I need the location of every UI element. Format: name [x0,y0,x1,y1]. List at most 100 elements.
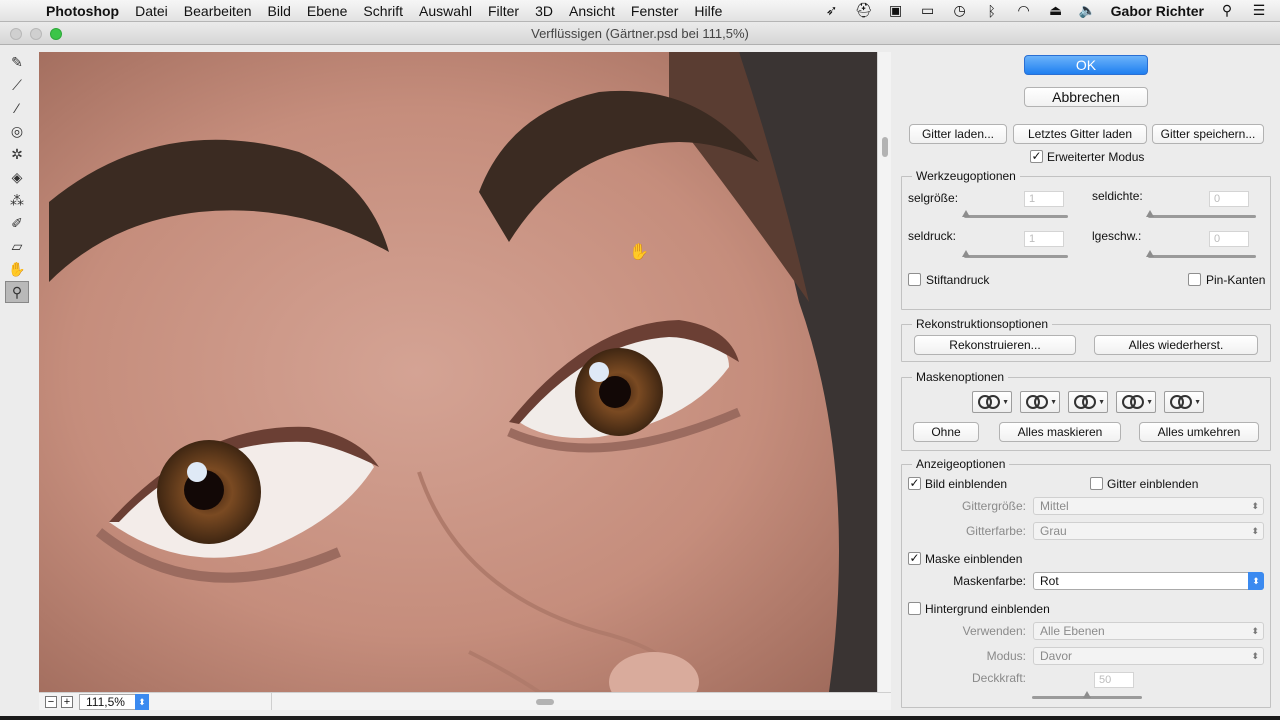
bluetooth-icon[interactable]: ᛒ [983,3,1001,19]
search-icon[interactable]: ⚲ [1218,2,1236,19]
brush-density-field[interactable]: 0 [1209,191,1249,207]
select-arrows-icon: ⬍ [1251,651,1259,661]
liquify-toolbar: ✎ ⟋ ⁄ ◎ ✲ ◈ ⁂ ✐ ▱ ✋ ⚲ [5,51,33,304]
stylus-pressure-checkbox[interactable] [908,273,921,286]
wifi-icon[interactable]: ◠ [1015,2,1033,19]
menu-ebene[interactable]: Ebene [299,3,355,19]
menu-3d[interactable]: 3D [527,3,561,19]
brush-size-slider[interactable] [964,215,1068,218]
load-mesh-button[interactable]: Gitter laden... [909,124,1007,144]
menu-bild[interactable]: Bild [260,3,299,19]
save-mesh-button[interactable]: Gitter speichern... [1152,124,1264,144]
wing-icon[interactable]: ➶ [823,2,841,19]
vertical-scroll-thumb[interactable] [882,137,888,157]
minimize-button[interactable] [30,28,42,40]
user-name[interactable]: Gabor Richter [1111,3,1204,19]
show-mask-label: Maske einblenden [925,552,1023,566]
opacity-field[interactable]: 50 [1094,672,1134,688]
display-icon[interactable]: ▣ [887,2,905,19]
menu-fenster[interactable]: Fenster [623,3,686,19]
mode-select[interactable]: Davor ⬍ [1033,647,1264,665]
brush-rate-label: lgeschw.: [1092,229,1142,243]
window-title: Verflüssigen (Gärtner.psd bei 111,5%) [531,26,749,41]
brush-pressure-value: 1 [1029,233,1036,245]
thaw-mask-icon[interactable]: ▱ [5,235,29,257]
volume-icon[interactable]: 🔈 [1079,2,1097,19]
load-last-mesh-button[interactable]: Letztes Gitter laden [1013,124,1147,144]
ok-button[interactable]: OK [1024,55,1148,75]
hand-icon[interactable]: ✋ [5,258,29,280]
menu-auswahl[interactable]: Auswahl [411,3,480,19]
liquify-window: Verflüssigen (Gärtner.psd bei 111,5%) ✎ … [0,22,1280,716]
mask-replace-button[interactable]: ▼ [972,391,1012,413]
show-backdrop-checkbox[interactable] [908,602,921,615]
maximize-button[interactable] [50,28,62,40]
brush-rate-knob[interactable] [1146,250,1154,257]
brush-density-slider[interactable] [1148,215,1256,218]
invert-all-button[interactable]: Alles umkehren [1139,422,1259,442]
bloat-icon[interactable]: ◈ [5,166,29,188]
cancel-button[interactable]: Abbrechen [1024,87,1148,107]
menu-photoshop[interactable]: Photoshop [40,3,127,19]
zoom-out-button[interactable]: − [45,696,57,708]
menu-hilfe[interactable]: Hilfe [686,3,730,19]
horizontal-scroll-thumb[interactable] [536,699,554,705]
twirl-icon[interactable]: ◎ [5,120,29,142]
brush-pressure-field[interactable]: 1 [1024,231,1064,247]
brush-rate-field[interactable]: 0 [1209,231,1249,247]
pucker-icon[interactable]: ✲ [5,143,29,165]
tool-options-title: Werkzeugoptionen [912,169,1020,183]
opacity-label: Deckkraft: [971,671,1026,685]
use-select[interactable]: Alle Ebenen ⬍ [1033,622,1264,640]
forward-warp-icon[interactable]: ✎ [5,51,29,73]
mask-add-button[interactable]: ▼ [1020,391,1060,413]
reconstruct-icon[interactable]: ⟋ [5,74,29,96]
eject-icon[interactable]: ⏏ [1047,2,1065,19]
brush-size-knob[interactable] [962,210,970,217]
mask-invert-button[interactable]: ▼ [1164,391,1204,413]
image-canvas[interactable]: ✋ [39,52,877,692]
push-left-icon[interactable]: ⁂ [5,189,29,211]
brush-density-knob[interactable] [1146,210,1154,217]
menu-ansicht[interactable]: Ansicht [561,3,623,19]
reconstruct-button[interactable]: Rekonstruieren... [914,335,1076,355]
pin-edges-checkbox[interactable] [1188,273,1201,286]
zoom-icon[interactable]: ⚲ [5,281,29,303]
mask-subtract-button[interactable]: ▼ [1068,391,1108,413]
hat-icon[interactable]: ⛑ [855,2,873,19]
mask-color-value: Rot [1040,574,1059,588]
svg-text:✋: ✋ [629,242,649,261]
mask-color-select[interactable]: Rot ⬍ [1033,572,1264,590]
horizontal-scrollbar[interactable] [271,693,891,710]
brush-pressure-slider[interactable] [964,255,1068,258]
mask-all-button[interactable]: Alles maskieren [999,422,1121,442]
mesh-color-select[interactable]: Grau ⬍ [1033,522,1264,540]
restore-all-button[interactable]: Alles wiederherst. [1094,335,1258,355]
menu-bearbeiten[interactable]: Bearbeiten [176,3,260,19]
zoom-in-button[interactable]: + [61,696,73,708]
advanced-mode-checkbox[interactable]: ✓ [1030,150,1043,163]
mask-none-button[interactable]: Ohne [913,422,979,442]
menu-filter[interactable]: Filter [480,3,527,19]
list-icon[interactable]: ☰ [1250,2,1268,19]
brush-pressure-knob[interactable] [962,250,970,257]
show-mask-checkbox[interactable]: ✓ [908,552,921,565]
mask-intersect-button[interactable]: ▼ [1116,391,1156,413]
mesh-size-select[interactable]: Mittel ⬍ [1033,497,1264,515]
show-mesh-checkbox[interactable] [1090,477,1103,490]
advanced-mode-label: Erweiterter Modus [1047,150,1145,164]
mesh-color-value: Grau [1040,524,1067,538]
time-machine-icon[interactable]: ◷ [951,2,969,19]
menu-schrift[interactable]: Schrift [355,3,411,19]
zoom-dropdown-arrow[interactable]: ⬍ [135,694,149,710]
close-button[interactable] [10,28,22,40]
brush-size-field[interactable]: 1 [1024,191,1064,207]
opacity-knob[interactable] [1083,691,1091,698]
freeze-mask-icon[interactable]: ✐ [5,212,29,234]
brush-rate-slider[interactable] [1148,255,1256,258]
menu-datei[interactable]: Datei [127,3,176,19]
airplay-icon[interactable]: ▭ [919,2,937,19]
smooth-icon[interactable]: ⁄ [5,97,29,119]
show-image-checkbox[interactable]: ✓ [908,477,921,490]
vertical-scrollbar[interactable] [877,52,891,692]
